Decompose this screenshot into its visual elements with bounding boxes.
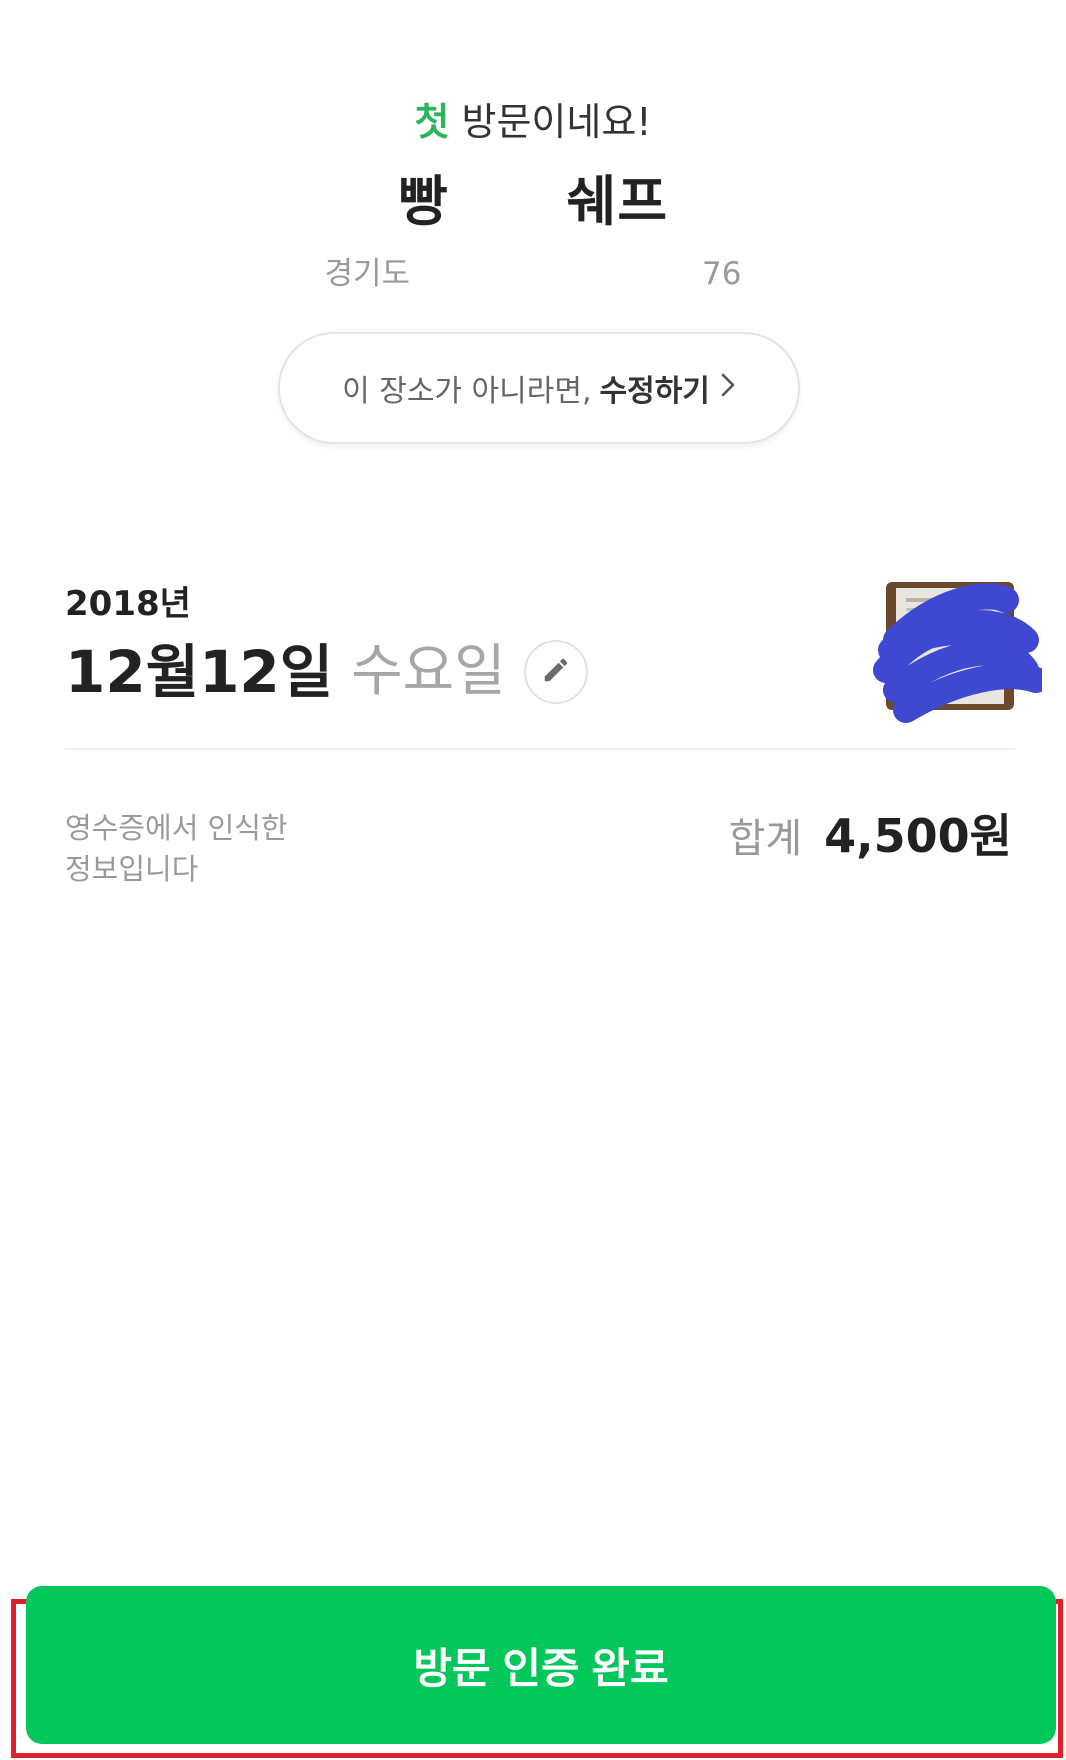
receipt-info-note: 영수증에서 인식한 정보입니다 xyxy=(65,808,365,890)
receipt-total: 합계 4,500원 xyxy=(729,800,1012,866)
place-name-end: 쉐프 xyxy=(566,170,669,233)
visit-greeting: 첫 방문이네요! xyxy=(0,92,1066,152)
total-label: 합계 xyxy=(728,816,803,862)
confirm-visit-button[interactable]: 방문 인증 완료 xyxy=(26,1586,1056,1744)
place-name: 빵 쉐프 xyxy=(0,165,1066,239)
visit-weekday: 수요일 xyxy=(351,639,506,704)
greeting-accent: 첫 xyxy=(414,100,450,144)
chevron-right-icon xyxy=(720,371,736,406)
receipt-note-line1: 영수증에서 인식한 xyxy=(65,811,288,845)
section-divider xyxy=(65,748,1015,750)
edit-place-button[interactable]: 이 장소가 아니라면, 수정하기 xyxy=(278,332,800,444)
receipt-note-line2: 정보입니다 xyxy=(65,852,199,886)
total-value: 4,500원 xyxy=(824,809,1012,863)
place-address: 경기도 76 xyxy=(0,250,1066,298)
visit-year: 2018년 xyxy=(65,584,191,624)
receipt-thumbnail[interactable] xyxy=(866,580,1049,726)
greeting-text: 방문이네요! xyxy=(449,100,652,144)
pencil-icon xyxy=(541,655,571,689)
visit-date-row: 12월12일 수요일 xyxy=(65,632,588,712)
visit-date: 12월12일 xyxy=(65,638,334,706)
address-start: 경기도 xyxy=(324,256,411,292)
edit-place-action: 수정하기 xyxy=(599,374,710,409)
place-name-start: 빵 xyxy=(397,170,449,233)
edit-date-button[interactable] xyxy=(523,640,588,704)
edit-place-prefix: 이 장소가 아니라면, xyxy=(342,374,592,409)
address-end: 76 xyxy=(702,256,742,292)
